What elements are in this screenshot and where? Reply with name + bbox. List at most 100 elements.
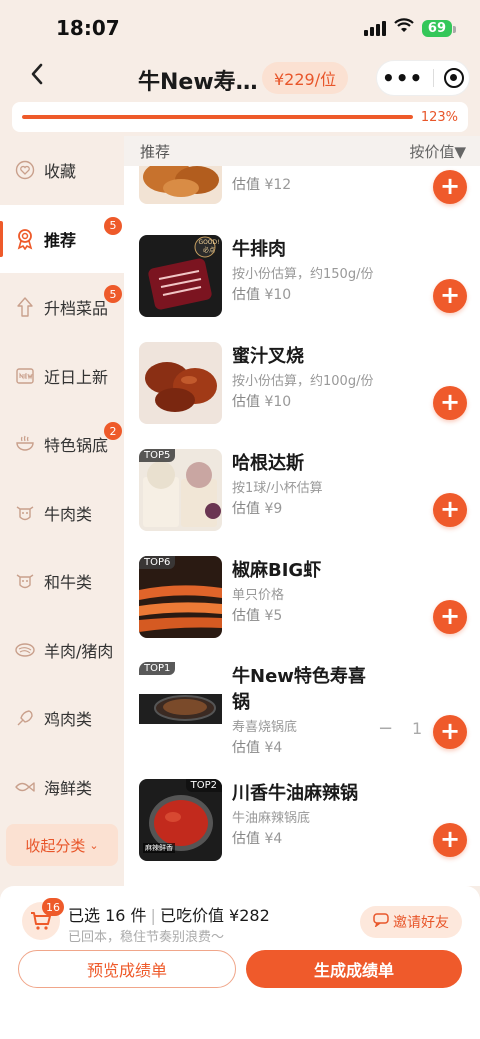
sidebar-item-hotpot-base[interactable]: 特色锅底 2: [0, 410, 124, 479]
dish-price: 估值 ¥4: [232, 831, 283, 847]
sort-by-value-button[interactable]: 按价值▼: [409, 141, 466, 162]
sidebar-item-label: 海鲜类: [44, 778, 93, 798]
capsule-divider: [433, 69, 435, 87]
add-dish-button[interactable]: +: [433, 823, 467, 857]
sidebar-item-beef[interactable]: 牛肉类: [0, 479, 124, 548]
section-title: 推荐: [140, 142, 171, 161]
battery-icon: 69: [421, 19, 457, 37]
category-sidebar: 收藏 推荐 5 升档菜品 5 近日上新 特色锅底 2 牛肉类 和牛类 羊肉/猪肉…: [0, 136, 124, 886]
sidebar-item-lamb-pork[interactable]: 羊肉/猪肉: [0, 616, 124, 685]
collapse-categories-button[interactable]: 收起分类 ⌄: [6, 824, 118, 866]
list-item: TOP2 麻辣鲜香 川香牛油麻辣锅 牛油麻辣锅底 估值 ¥4 +: [124, 779, 480, 879]
sidebar-item-wagyu[interactable]: 和牛类: [0, 547, 124, 616]
list-item: 蜜汁叉烧 按小份估算，约100g/份 估值 ¥10 +: [124, 342, 480, 442]
add-dish-button[interactable]: +: [433, 600, 467, 634]
dish-image-char-siu: [139, 342, 222, 424]
sidebar-item-label: 牛肉类: [44, 504, 93, 524]
sidebar-item-label: 收藏: [44, 162, 77, 182]
qty-value: 1: [412, 719, 423, 738]
rank-tag: TOP2: [185, 779, 222, 792]
checkout-bar: 16 已选 16 件 | 已吃价值 ¥282 已回本，稳住节奏别浪费～ 邀请好友 预…: [0, 886, 480, 1039]
up-arrow-icon: [14, 296, 36, 318]
dish-desc: 单只价格: [232, 588, 285, 603]
fish-icon: [14, 776, 36, 798]
cow-icon: [14, 502, 36, 524]
sort-label: 按价值: [409, 142, 455, 161]
new-tag-icon: [14, 365, 36, 387]
add-dish-button[interactable]: +: [433, 279, 467, 313]
order-summary: 已选 16 件 | 已吃价值 ¥282: [68, 902, 270, 926]
dish-image-sukiyaki: TOP1: [139, 662, 222, 744]
sidebar-item-label: 和牛类: [44, 573, 93, 593]
progress-percent: 123%: [420, 109, 458, 125]
add-dish-button[interactable]: +: [433, 715, 467, 749]
medal-icon: [14, 228, 36, 250]
sidebar-item-label: 近日上新: [44, 367, 109, 387]
dish-price: 估值 ¥10: [232, 394, 292, 410]
rank-tag: TOP1: [139, 662, 176, 675]
invite-label: 邀请好友: [393, 915, 449, 931]
selected-count: 已选 16 件: [68, 906, 147, 925]
status-icons: 69: [363, 17, 457, 39]
sidebar-item-upgrade[interactable]: 升档菜品 5: [0, 273, 124, 342]
heart-icon: [14, 159, 36, 181]
dish-desc: 按小份估算，约100g/份: [232, 374, 374, 389]
meat-icon: [14, 639, 36, 661]
summary-divider: |: [150, 906, 156, 925]
dish-list-panel: 估值 ¥12 + GOOD! 必点 牛排肉 按小份估算，约150g/份 估值 ¥…: [124, 136, 480, 886]
cart-count-badge: 16: [42, 898, 64, 916]
sidebar-item-new[interactable]: 近日上新: [0, 342, 124, 411]
wifi-icon: [394, 17, 414, 39]
sidebar-item-label: 特色锅底: [44, 436, 109, 456]
list-section-header: 推荐 按价值▼: [124, 136, 480, 166]
sidebar-item-favorites[interactable]: 收藏: [0, 136, 124, 205]
sidebar-badge: 5: [104, 216, 122, 235]
thumb-badge: GOOD! 必点: [198, 239, 220, 254]
add-dish-button[interactable]: +: [433, 493, 467, 527]
chicken-icon: [14, 707, 36, 729]
add-dish-button[interactable]: +: [433, 170, 467, 204]
dish-price: 估值 ¥12: [232, 177, 292, 193]
generate-report-button[interactable]: 生成成绩单: [246, 950, 462, 988]
chat-icon: [373, 913, 389, 931]
signal-icon: [363, 20, 386, 36]
dish-desc: 按1球/小杯估算: [232, 481, 323, 496]
progress-fill: [22, 115, 413, 119]
progress-track: [22, 115, 413, 119]
list-item: GOOD! 必点 牛排肉 按小份估算，约150g/份 估值 ¥10 +: [124, 235, 480, 335]
sidebar-item-label: 推荐: [44, 230, 77, 250]
sidebar-item-chicken[interactable]: 鸡肉类: [0, 684, 124, 753]
dish-image-steak: GOOD! 必点: [139, 235, 222, 317]
back-button[interactable]: [22, 62, 52, 92]
dish-name: 哈根达斯: [232, 453, 304, 474]
nav-bar: 牛New寿… ¥229/位 •••: [0, 56, 480, 100]
eaten-value: 已吃价值 ¥282: [159, 906, 270, 925]
sidebar-item-label: 升档菜品: [44, 299, 109, 319]
more-icon[interactable]: •••: [382, 66, 423, 90]
rank-tag: TOP5: [139, 449, 176, 462]
hotpot-icon: [14, 433, 36, 455]
list-item: TOP1 牛New特色寿喜锅 寿喜烧锅底 估值 ¥4 − 1 +: [124, 662, 480, 782]
dish-name: 牛排肉: [232, 239, 286, 260]
list-item: TOP6 椒麻BIG虾 单只价格 估值 ¥5 +: [124, 556, 480, 656]
chevron-left-icon: [31, 63, 43, 85]
value-progress: 123%: [12, 102, 468, 132]
collapse-label: 收起分类: [25, 836, 86, 855]
dish-name: 川香牛油麻辣锅: [232, 783, 358, 804]
sidebar-item-recommended[interactable]: 推荐 5: [0, 204, 124, 273]
dish-image-spicy-hotpot: TOP2 麻辣鲜香: [139, 779, 222, 861]
invite-friends-button[interactable]: 邀请好友: [360, 906, 462, 938]
rank-tag: TOP6: [139, 556, 176, 569]
dish-price: 估值 ¥9: [232, 501, 283, 517]
status-time: 18:07: [56, 16, 120, 40]
add-dish-button[interactable]: +: [433, 386, 467, 420]
sidebar-item-seafood[interactable]: 海鲜类: [0, 753, 124, 822]
dish-image-shrimp: TOP6: [139, 556, 222, 638]
sidebar-badge: 2: [104, 422, 122, 440]
dish-desc: 按小份估算，约150g/份: [232, 267, 374, 282]
close-miniprogram-icon[interactable]: [444, 68, 465, 88]
preview-report-button[interactable]: 预览成绩单: [18, 950, 236, 988]
cow-icon: [14, 570, 36, 592]
sidebar-item-label: 鸡肉类: [44, 710, 93, 730]
decrease-qty-button[interactable]: −: [378, 718, 393, 739]
